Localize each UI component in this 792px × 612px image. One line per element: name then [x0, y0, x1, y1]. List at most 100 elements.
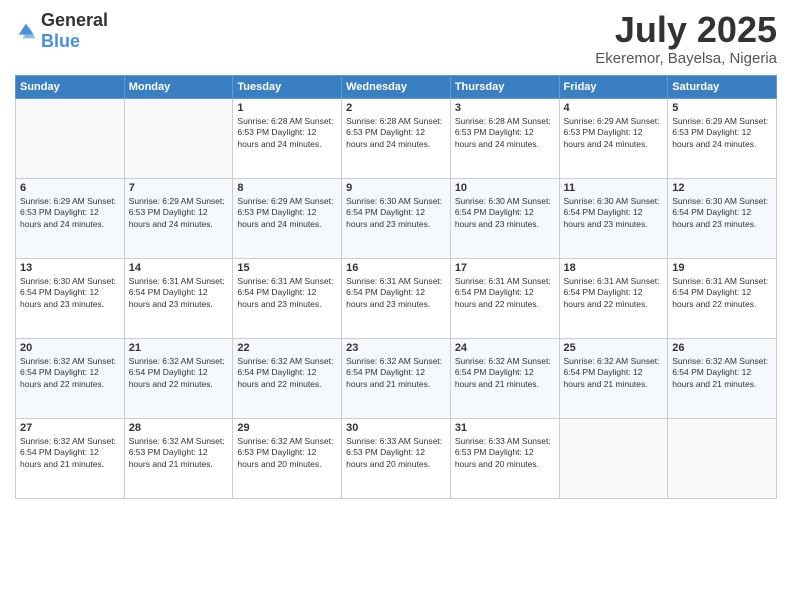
calendar-cell: 24 Sunrise: 6:32 AM Sunset: 6:54 PM Dayli…: [450, 338, 559, 418]
logo-text: General Blue: [41, 10, 108, 52]
calendar-week-5: 27 Sunrise: 6:32 AM Sunset: 6:54 PM Dayli…: [16, 418, 777, 498]
calendar-cell: 10Sunrise: 6:30 AM Sunset: 6:54 PM Dayli…: [450, 178, 559, 258]
col-monday: Monday: [124, 75, 233, 98]
calendar-cell: 3Sunrise: 6:28 AM Sunset: 6:53 PM Daylig…: [450, 98, 559, 178]
day-info: Sunrise: 6:29 AM Sunset: 6:53 PM Dayligh…: [672, 116, 772, 152]
day-info: Sunrise: 6:30 AM Sunset: 6:54 PM Dayligh…: [20, 276, 120, 312]
day-number: 17: [455, 262, 555, 274]
day-info: Sunrise: 6:31 AM Sunset: 6:54 PM Dayligh…: [237, 276, 337, 312]
calendar-cell: 23 Sunrise: 6:32 AM Sunset: 6:54 PM Dayli…: [342, 338, 451, 418]
calendar-week-4: 20Sunrise: 6:32 AM Sunset: 6:54 PM Dayli…: [16, 338, 777, 418]
col-thursday: Thursday: [450, 75, 559, 98]
day-info: Sunrise: 6:32 AM Sunset: 6:54 PM Dayligh…: [237, 356, 337, 392]
calendar-cell: [559, 418, 668, 498]
calendar-cell: 29 Sunrise: 6:32 AM Sunset: 6:53 PM Dayli…: [233, 418, 342, 498]
day-number: 7: [129, 182, 229, 194]
day-number: 5: [672, 102, 772, 114]
calendar-cell: 26Sunrise: 6:32 AM Sunset: 6:54 PM Dayli…: [668, 338, 777, 418]
day-info: Sunrise: 6:32 AM Sunset: 6:54 PM Dayligh…: [20, 436, 120, 472]
logo-blue: Blue: [41, 31, 80, 51]
calendar-cell: 27 Sunrise: 6:32 AM Sunset: 6:54 PM Dayli…: [16, 418, 125, 498]
day-info: Sunrise: 6:28 AM Sunset: 6:53 PM Dayligh…: [237, 116, 337, 152]
day-info: Sunrise: 6:32 AM Sunset: 6:54 PM Dayligh…: [20, 356, 120, 392]
col-wednesday: Wednesday: [342, 75, 451, 98]
day-number: 16: [346, 262, 446, 274]
calendar-cell: 30 Sunrise: 6:33 AM Sunset: 6:53 PM Dayli…: [342, 418, 451, 498]
calendar-cell: [668, 418, 777, 498]
day-number: 15: [237, 262, 337, 274]
calendar-table: Sunday Monday Tuesday Wednesday Thursday…: [15, 75, 777, 499]
calendar-cell: [16, 98, 125, 178]
day-info: Sunrise: 6:33 AM Sunset: 6:53 PM Dayligh…: [455, 436, 555, 472]
calendar-cell: 7Sunrise: 6:29 AM Sunset: 6:53 PM Daylig…: [124, 178, 233, 258]
day-number: 22: [237, 342, 337, 354]
day-number: 9: [346, 182, 446, 194]
day-number: 25: [564, 342, 664, 354]
day-info: Sunrise: 6:29 AM Sunset: 6:53 PM Dayligh…: [20, 196, 120, 232]
day-info: Sunrise: 6:32 AM Sunset: 6:54 PM Dayligh…: [455, 356, 555, 392]
col-tuesday: Tuesday: [233, 75, 342, 98]
calendar-header-row: Sunday Monday Tuesday Wednesday Thursday…: [16, 75, 777, 98]
main-title: July 2025: [595, 10, 777, 50]
header: General Blue July 2025 Ekeremor, Bayelsa…: [15, 10, 777, 67]
day-info: Sunrise: 6:32 AM Sunset: 6:53 PM Dayligh…: [237, 436, 337, 472]
day-number: 30: [346, 422, 446, 434]
day-info: Sunrise: 6:31 AM Sunset: 6:54 PM Dayligh…: [346, 276, 446, 312]
day-info: Sunrise: 6:28 AM Sunset: 6:53 PM Dayligh…: [455, 116, 555, 152]
day-number: 21: [129, 342, 229, 354]
day-number: 4: [564, 102, 664, 114]
day-info: Sunrise: 6:32 AM Sunset: 6:53 PM Dayligh…: [129, 436, 229, 472]
calendar-cell: 6 Sunrise: 6:29 AM Sunset: 6:53 PM Daylig…: [16, 178, 125, 258]
calendar-cell: 21 Sunrise: 6:32 AM Sunset: 6:54 PM Dayli…: [124, 338, 233, 418]
day-number: 10: [455, 182, 555, 194]
calendar-cell: 19Sunrise: 6:31 AM Sunset: 6:54 PM Dayli…: [668, 258, 777, 338]
calendar-week-3: 13 Sunrise: 6:30 AM Sunset: 6:54 PM Dayli…: [16, 258, 777, 338]
day-number: 14: [129, 262, 229, 274]
calendar-cell: [124, 98, 233, 178]
day-number: 2: [346, 102, 446, 114]
col-saturday: Saturday: [668, 75, 777, 98]
calendar-cell: 15 Sunrise: 6:31 AM Sunset: 6:54 PM Dayli…: [233, 258, 342, 338]
logo-general: General: [41, 10, 108, 30]
day-info: Sunrise: 6:31 AM Sunset: 6:54 PM Dayligh…: [129, 276, 229, 312]
calendar-cell: 9Sunrise: 6:30 AM Sunset: 6:54 PM Daylig…: [342, 178, 451, 258]
calendar-cell: 22 Sunrise: 6:32 AM Sunset: 6:54 PM Dayli…: [233, 338, 342, 418]
day-number: 24: [455, 342, 555, 354]
calendar-cell: 17 Sunrise: 6:31 AM Sunset: 6:54 PM Dayli…: [450, 258, 559, 338]
day-number: 13: [20, 262, 120, 274]
day-info: Sunrise: 6:30 AM Sunset: 6:54 PM Dayligh…: [564, 196, 664, 232]
calendar-week-2: 6 Sunrise: 6:29 AM Sunset: 6:53 PM Daylig…: [16, 178, 777, 258]
day-number: 31: [455, 422, 555, 434]
day-number: 29: [237, 422, 337, 434]
col-sunday: Sunday: [16, 75, 125, 98]
calendar-cell: 18 Sunrise: 6:31 AM Sunset: 6:54 PM Dayli…: [559, 258, 668, 338]
day-number: 6: [20, 182, 120, 194]
calendar-cell: 31 Sunrise: 6:33 AM Sunset: 6:53 PM Dayli…: [450, 418, 559, 498]
day-info: Sunrise: 6:30 AM Sunset: 6:54 PM Dayligh…: [672, 196, 772, 232]
day-number: 28: [129, 422, 229, 434]
day-number: 19: [672, 262, 772, 274]
day-info: Sunrise: 6:32 AM Sunset: 6:54 PM Dayligh…: [564, 356, 664, 392]
calendar-cell: 2Sunrise: 6:28 AM Sunset: 6:53 PM Daylig…: [342, 98, 451, 178]
calendar-cell: 28 Sunrise: 6:32 AM Sunset: 6:53 PM Dayli…: [124, 418, 233, 498]
day-number: 26: [672, 342, 772, 354]
title-block: July 2025 Ekeremor, Bayelsa, Nigeria: [595, 10, 777, 67]
day-info: Sunrise: 6:31 AM Sunset: 6:54 PM Dayligh…: [564, 276, 664, 312]
day-number: 18: [564, 262, 664, 274]
day-number: 23: [346, 342, 446, 354]
day-info: Sunrise: 6:29 AM Sunset: 6:53 PM Dayligh…: [564, 116, 664, 152]
day-info: Sunrise: 6:32 AM Sunset: 6:54 PM Dayligh…: [129, 356, 229, 392]
calendar-cell: 11 Sunrise: 6:30 AM Sunset: 6:54 PM Dayli…: [559, 178, 668, 258]
day-info: Sunrise: 6:29 AM Sunset: 6:53 PM Dayligh…: [237, 196, 337, 232]
day-number: 12: [672, 182, 772, 194]
day-number: 11: [564, 182, 664, 194]
day-info: Sunrise: 6:31 AM Sunset: 6:54 PM Dayligh…: [455, 276, 555, 312]
day-number: 27: [20, 422, 120, 434]
day-info: Sunrise: 6:33 AM Sunset: 6:53 PM Dayligh…: [346, 436, 446, 472]
calendar-cell: 20Sunrise: 6:32 AM Sunset: 6:54 PM Dayli…: [16, 338, 125, 418]
day-info: Sunrise: 6:32 AM Sunset: 6:54 PM Dayligh…: [346, 356, 446, 392]
calendar-cell: 16 Sunrise: 6:31 AM Sunset: 6:54 PM Dayli…: [342, 258, 451, 338]
page: General Blue July 2025 Ekeremor, Bayelsa…: [0, 0, 792, 612]
calendar-cell: 13 Sunrise: 6:30 AM Sunset: 6:54 PM Dayli…: [16, 258, 125, 338]
subtitle: Ekeremor, Bayelsa, Nigeria: [595, 50, 777, 67]
